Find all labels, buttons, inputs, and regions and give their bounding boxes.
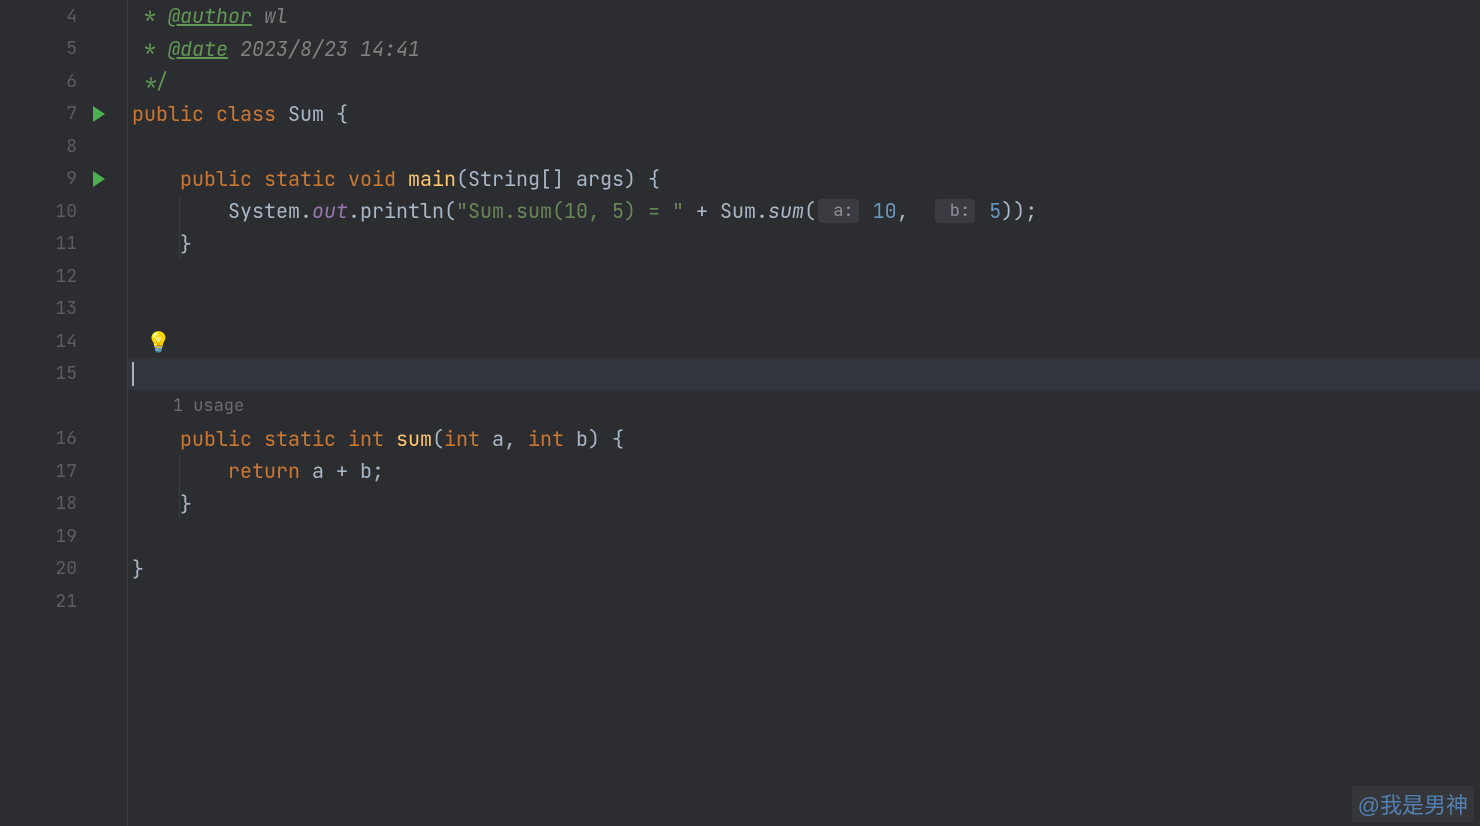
code-line[interactable]: public class Sum { [128,98,1480,131]
gutter: 4 5 6 7 8 9 10 11 12 13 14 15 16 17 18 1… [8,0,128,826]
line-number[interactable]: 17 [8,455,127,488]
code-line[interactable]: return a + b; [128,455,1480,488]
line-number[interactable]: 20 [8,553,127,586]
caret [132,362,134,386]
line-number[interactable]: 8 [8,130,127,163]
left-strip [0,0,8,826]
usage-hint[interactable]: 1 usage [128,390,1480,423]
watermark: @我是男神 [1352,786,1474,822]
run-icon[interactable] [93,106,105,122]
code-line[interactable]: System.out.println("Sum.sum(10, 5) = " +… [128,195,1480,228]
code-editor: 4 5 6 7 8 9 10 11 12 13 14 15 16 17 18 1… [0,0,1480,826]
code-line[interactable]: } [128,228,1480,261]
line-number[interactable]: 14 [8,325,127,358]
code-line-current[interactable] [128,358,1480,391]
line-number[interactable]: 11 [8,228,127,261]
line-number[interactable]: 6 [8,65,127,98]
line-number[interactable]: 18 [8,488,127,521]
code-line[interactable]: public static void main(String[] args) { [128,163,1480,196]
code-area[interactable]: * @author wl * @date 2023/8/23 14:41 */ … [128,0,1480,826]
line-number[interactable]: 4 [8,0,127,33]
code-line[interactable]: * @author wl [128,0,1480,33]
code-line[interactable] [128,130,1480,163]
line-number[interactable]: 19 [8,520,127,553]
code-line[interactable]: */ [128,65,1480,98]
line-number[interactable]: 15 [8,358,127,391]
line-number[interactable]: 13 [8,293,127,326]
line-number[interactable]: 10 [8,195,127,228]
code-line[interactable]: public static int sum(int a, int b) { [128,423,1480,456]
code-line[interactable] [128,585,1480,618]
code-line[interactable]: 💡 [128,325,1480,358]
bulb-icon[interactable]: 💡 [146,329,171,355]
code-line[interactable] [128,520,1480,553]
line-number[interactable]: 7 [8,98,127,131]
line-number[interactable]: 21 [8,585,127,618]
run-icon[interactable] [93,171,105,187]
code-line[interactable]: } [128,488,1480,521]
code-line[interactable] [128,293,1480,326]
line-number[interactable]: 9 [8,163,127,196]
line-number[interactable]: 12 [8,260,127,293]
code-line[interactable] [128,260,1480,293]
code-line[interactable]: * @date 2023/8/23 14:41 [128,33,1480,66]
line-number[interactable]: 16 [8,423,127,456]
line-number[interactable]: 5 [8,33,127,66]
param-hint: b: [935,199,976,223]
param-hint: a: [818,199,859,223]
code-line[interactable]: } [128,553,1480,586]
line-number [8,390,127,423]
